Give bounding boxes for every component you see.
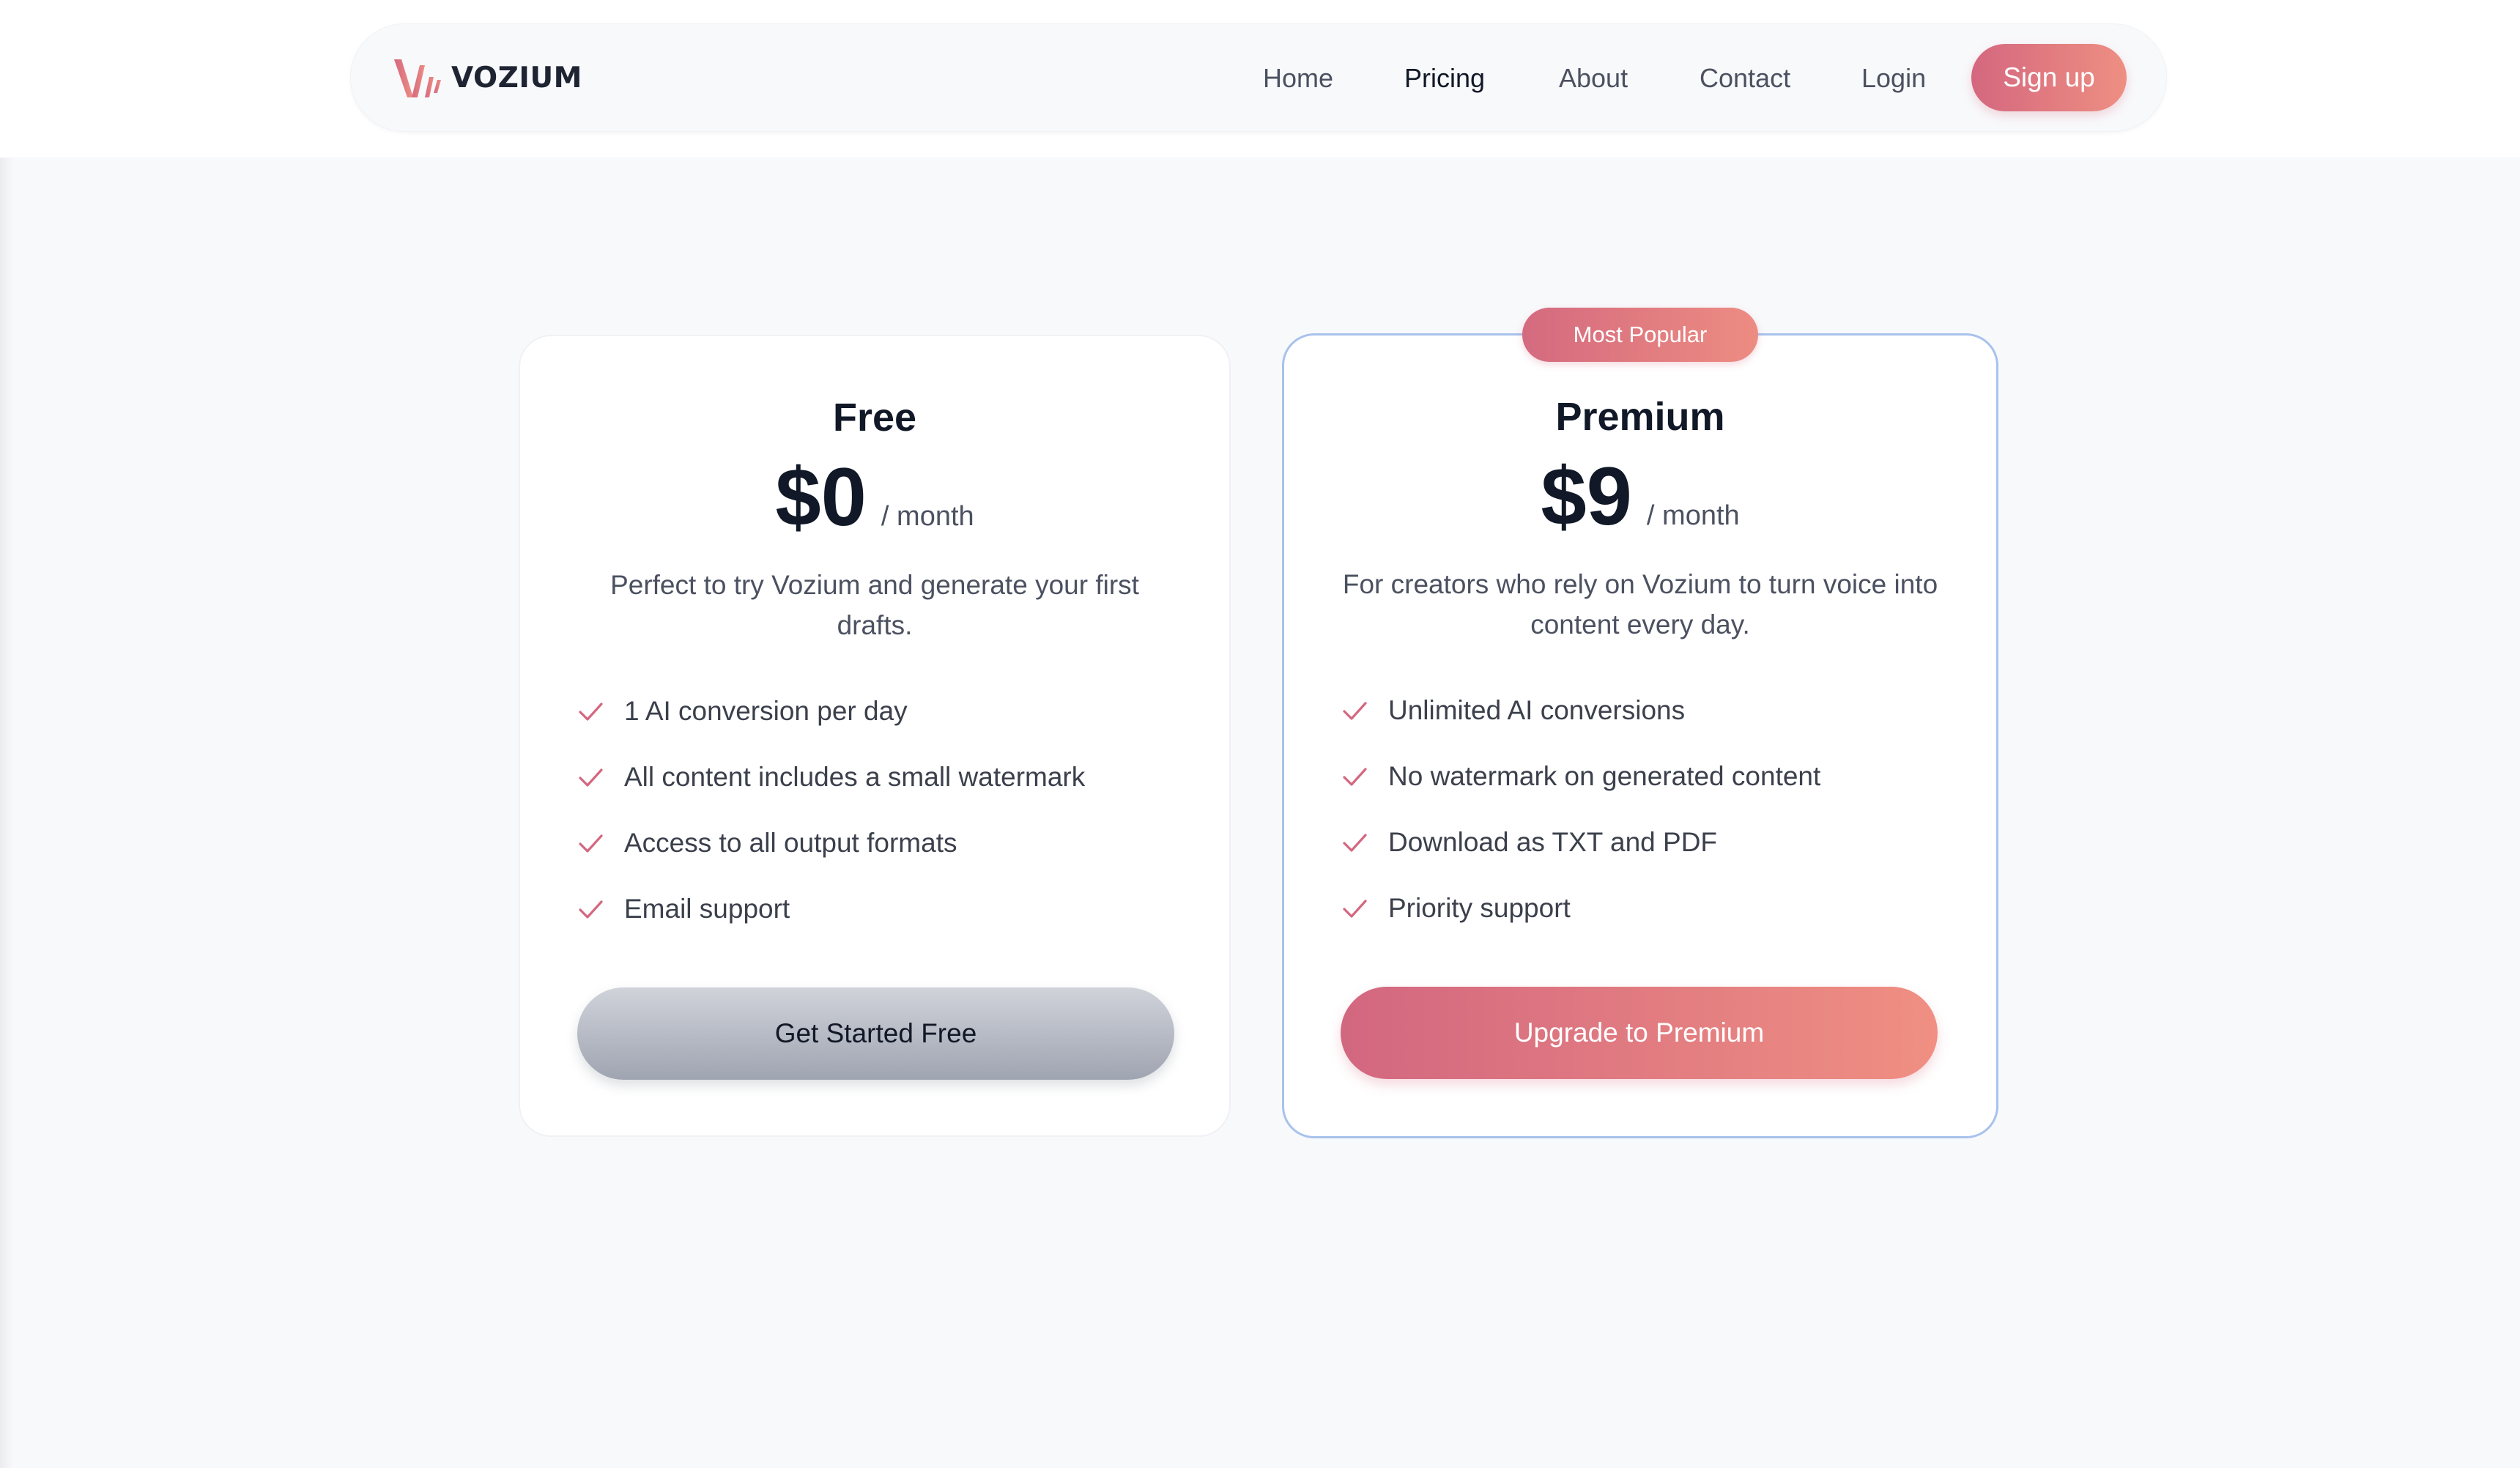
check-icon [579,768,603,787]
nav-link-about[interactable]: About [1559,59,1628,97]
feature-text: Priority support [1388,893,1571,923]
feature-item: Priority support [1341,892,1820,958]
nav-link-home[interactable]: Home [1263,59,1333,97]
feature-item: Email support [577,893,1085,959]
brand-name: VOZIUM [451,61,582,94]
nav-link-login[interactable]: Login [1861,59,1926,97]
check-icon [579,900,603,919]
plan-price: $9 [1541,451,1632,542]
left-edge-shadow [0,157,13,1468]
feature-text: Download as TXT and PDF [1388,827,1718,857]
check-icon [1343,834,1367,852]
check-icon [1343,768,1367,786]
vozium-waveform-logo-icon [394,59,441,97]
check-icon [1343,702,1367,720]
brand-logo[interactable]: VOZIUM [393,53,582,102]
plan-price: $0 [775,451,867,543]
feature-text: All content includes a small watermark [624,762,1086,792]
plan-period: / month [1646,500,1740,531]
upgrade-to-premium-button[interactable]: Upgrade to Premium [1341,987,1938,1079]
feature-item: All content includes a small watermark [577,761,1085,827]
price-row: $9 / month [1284,449,1996,544]
top-navbar: VOZIUM Home Pricing About Contact Login … [350,23,2167,132]
feature-text: Unlimited AI conversions [1388,695,1686,725]
plan-name: Free [832,396,917,440]
plan-description: Perfect to try Vozium and generate your … [610,570,1139,640]
plan-card-premium: Premium $9 / month For creators who rely… [1282,333,1998,1138]
feature-text: Access to all output formats [624,828,957,858]
feature-item: Unlimited AI conversions [1341,694,1820,760]
feature-text: Email support [624,894,790,924]
nav-link-pricing[interactable]: Pricing [1404,59,1485,97]
most-popular-badge: Most Popular [1522,308,1758,362]
price-row: $0 / month [520,450,1229,545]
feature-list: 1 AI conversion per day All content incl… [577,695,1085,959]
check-icon [579,703,603,721]
check-icon [1343,900,1367,918]
nav-link-contact[interactable]: Contact [1700,59,1790,97]
feature-item: Access to all output formats [577,827,1085,893]
get-started-free-button[interactable]: Get Started Free [577,987,1174,1080]
feature-list: Unlimited AI conversions No watermark on… [1341,694,1820,958]
feature-item: Download as TXT and PDF [1341,826,1820,892]
feature-text: No watermark on generated content [1388,761,1821,791]
plan-description: For creators who rely on Vozium to turn … [1342,569,1938,640]
feature-text: 1 AI conversion per day [624,696,908,726]
feature-item: No watermark on generated content [1341,760,1820,826]
check-icon [579,834,603,853]
plan-name: Premium [1555,395,1725,439]
feature-item: 1 AI conversion per day [577,695,1085,761]
plan-card-free: Free $0 / month Perfect to try Vozium an… [519,335,1231,1137]
plan-period: / month [881,501,974,532]
signup-button[interactable]: Sign up [1971,44,2127,111]
